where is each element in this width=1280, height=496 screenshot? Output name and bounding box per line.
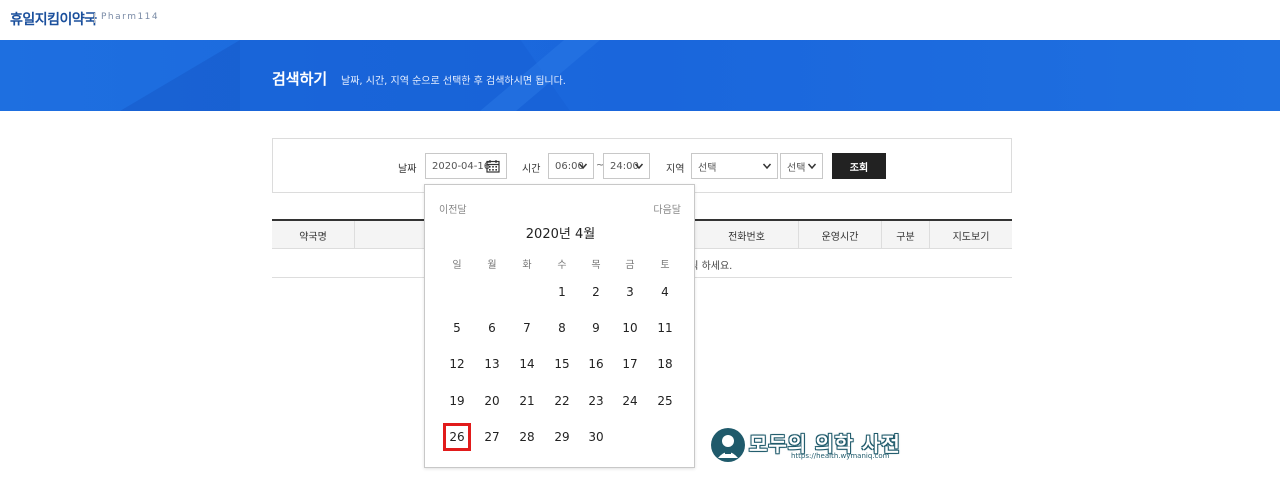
site-logo-sub: Pharm114: [101, 12, 160, 22]
site-logo[interactable]: 휴일지킴이약국: [10, 9, 97, 29]
page-title: 검색하기: [272, 70, 328, 88]
calendar-day[interactable]: 19: [440, 389, 474, 413]
column-header-hours: 운영시간: [799, 221, 882, 249]
calendar-day[interactable]: 8: [545, 316, 579, 340]
weekday-header: 일: [452, 260, 462, 271]
date-input[interactable]: 2020-04-16: [425, 153, 507, 179]
calendar-day[interactable]: 17: [613, 352, 647, 376]
region-select-value: 선택: [698, 162, 717, 174]
weekday-header: 금: [625, 260, 635, 271]
calendar-day[interactable]: 21: [510, 389, 544, 413]
calendar-day[interactable]: 25: [648, 389, 682, 413]
calendar-day[interactable]: 28: [510, 425, 544, 449]
calendar-day[interactable]: 30: [579, 425, 613, 449]
date-value: 2020-04-16: [432, 160, 491, 172]
watermark-url: https://health.wymaniq.com: [791, 452, 890, 460]
calendar-day[interactable]: 3: [613, 280, 647, 304]
calendar-day[interactable]: 5: [440, 316, 474, 340]
search-button[interactable]: 조회: [832, 153, 886, 179]
date-picker-popup: 이전달 다음달 2020년 4월 일 월 화 수 목 금 토 1 2 3 4 5 6 7 8 9 10 11 12 1…: [424, 184, 695, 468]
calendar-day[interactable]: 10: [613, 316, 647, 340]
calendar-day[interactable]: 13: [475, 352, 509, 376]
weekday-header: 월: [487, 260, 497, 271]
watermark-logo-icon: [711, 428, 745, 462]
calendar-day[interactable]: 1: [545, 280, 579, 304]
time-from-select[interactable]: 06:00: [548, 153, 594, 179]
region-label: 지역: [666, 164, 685, 175]
calendar-day[interactable]: 11: [648, 316, 682, 340]
chevron-down-icon: [578, 163, 588, 170]
calendar-day[interactable]: 14: [510, 352, 544, 376]
column-header-name: 약국명: [272, 221, 355, 249]
weekday-header: 목: [591, 260, 601, 271]
calendar-day[interactable]: 20: [475, 389, 509, 413]
page-description: 날짜, 시간, 지역 순으로 선택한 후 검색하시면 됩니다.: [341, 76, 566, 87]
calendar-day[interactable]: 9: [579, 316, 613, 340]
calendar-day[interactable]: 27: [475, 425, 509, 449]
logo-divider: [94, 13, 95, 23]
watermark: 모두의 의학 사전 https://health.wymaniq.com: [711, 428, 911, 464]
column-header-type: 구분: [882, 221, 930, 249]
subregion-select[interactable]: 선택: [780, 153, 823, 179]
calendar-day[interactable]: 29: [545, 425, 579, 449]
chevron-down-icon: [807, 163, 817, 170]
calendar-day[interactable]: 23: [579, 389, 613, 413]
time-to-select[interactable]: 24:00: [603, 153, 650, 179]
calendar-day[interactable]: 18: [648, 352, 682, 376]
calendar-day[interactable]: 12: [440, 352, 474, 376]
calendar-month-title: 2020년 4월: [525, 227, 596, 242]
calendar-day[interactable]: 2: [579, 280, 613, 304]
region-select[interactable]: 선택: [691, 153, 778, 179]
subregion-select-value: 선택: [787, 162, 806, 174]
next-month-button[interactable]: 다음달: [653, 201, 681, 216]
calendar-day[interactable]: 24: [613, 389, 647, 413]
calendar-day[interactable]: 4: [648, 280, 682, 304]
calendar-icon[interactable]: [486, 159, 500, 173]
top-header: 휴일지킴이약국 Pharm114: [0, 0, 1280, 40]
weekday-header: 화: [522, 260, 532, 271]
calendar-day[interactable]: 22: [545, 389, 579, 413]
chevron-down-icon: [762, 163, 772, 170]
page-banner: 검색하기 날짜, 시간, 지역 순으로 선택한 후 검색하시면 됩니다.: [0, 40, 1280, 111]
weekday-header: 토: [660, 260, 670, 271]
calendar-day[interactable]: 15: [545, 352, 579, 376]
prev-month-button[interactable]: 이전달: [439, 201, 467, 216]
chevron-down-icon: [634, 163, 644, 170]
calendar-day[interactable]: 6: [475, 316, 509, 340]
date-label: 날짜: [398, 164, 417, 175]
calendar-day[interactable]: 16: [579, 352, 613, 376]
calendar-day[interactable]: 7: [510, 316, 544, 340]
banner-decoration: [120, 40, 240, 111]
column-header-phone: 전화번호: [695, 221, 799, 249]
time-label: 시간: [522, 164, 541, 175]
calendar-day[interactable]: 26: [443, 423, 471, 451]
weekday-header: 수: [557, 260, 567, 271]
column-header-map: 지도보기: [952, 231, 990, 243]
